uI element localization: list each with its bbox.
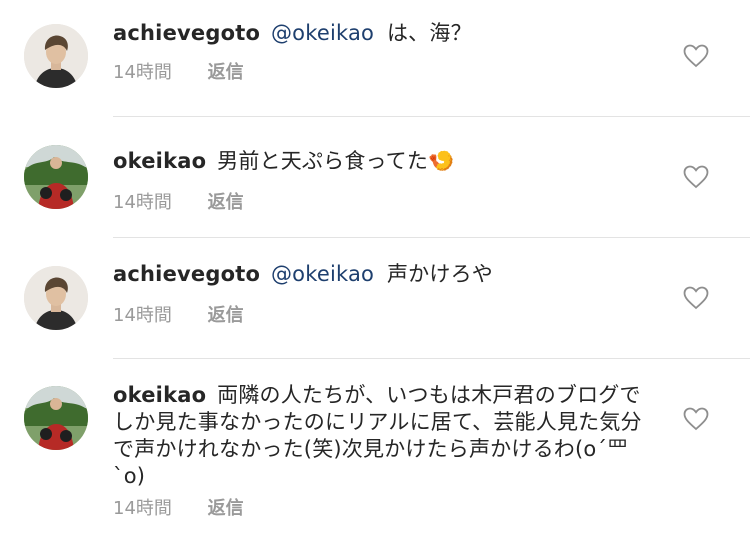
avatar[interactable]	[24, 24, 88, 88]
divider	[113, 116, 750, 117]
comment-username[interactable]: achievegoto	[113, 262, 260, 286]
avatar-man-icon	[24, 24, 88, 88]
comment-meta: 14時間 返信	[113, 301, 244, 327]
avatar[interactable]	[24, 145, 88, 209]
comment-meta: 14時間 返信	[113, 58, 244, 84]
heart-outline-icon	[683, 44, 709, 68]
reply-button[interactable]: 返信	[208, 305, 244, 326]
avatar-group-icon	[24, 386, 88, 450]
comment-time: 14時間	[113, 192, 172, 213]
comment-time: 14時間	[113, 305, 172, 326]
comment-username[interactable]: achievegoto	[113, 21, 260, 45]
comment-username[interactable]: okeikao	[113, 383, 206, 407]
heart-outline-icon	[683, 407, 709, 431]
like-button[interactable]	[683, 286, 709, 310]
comment-meta: 14時間 返信	[113, 188, 244, 214]
like-button[interactable]	[683, 407, 709, 431]
comment-time: 14時間	[113, 498, 172, 519]
comment-body: 声かけろや	[386, 262, 493, 286]
comment-text: okeikao 男前と天ぷら食ってた🍤	[113, 148, 653, 175]
avatar-group-icon	[24, 145, 88, 209]
heart-outline-icon	[683, 286, 709, 310]
comment-text: okeikao 両隣の人たちが、いつもは木戸君のブログでしか見た事なかったのにリ…	[113, 382, 648, 490]
like-button[interactable]	[683, 165, 709, 189]
comment-body: 男前と天ぷら食ってた🍤	[217, 149, 455, 173]
divider	[113, 237, 750, 238]
comment-username[interactable]: okeikao	[113, 149, 206, 173]
divider	[113, 358, 750, 359]
comment-meta: 14時間 返信	[113, 494, 244, 520]
comment-time: 14時間	[113, 62, 172, 83]
comment-text: achievegoto @okeikao は、海？	[113, 20, 653, 47]
reply-button[interactable]: 返信	[208, 62, 244, 83]
avatar[interactable]	[24, 386, 88, 450]
comment-mention[interactable]: @okeikao	[271, 21, 374, 45]
like-button[interactable]	[683, 44, 709, 68]
avatar[interactable]	[24, 266, 88, 330]
comment-text: achievegoto @okeikao 声かけろや	[113, 261, 653, 288]
comment-mention[interactable]: @okeikao	[271, 262, 374, 286]
reply-button[interactable]: 返信	[208, 498, 244, 519]
avatar-man-icon	[24, 266, 88, 330]
heart-outline-icon	[683, 165, 709, 189]
reply-button[interactable]: 返信	[208, 192, 244, 213]
comment-body: は、海？	[386, 21, 472, 45]
